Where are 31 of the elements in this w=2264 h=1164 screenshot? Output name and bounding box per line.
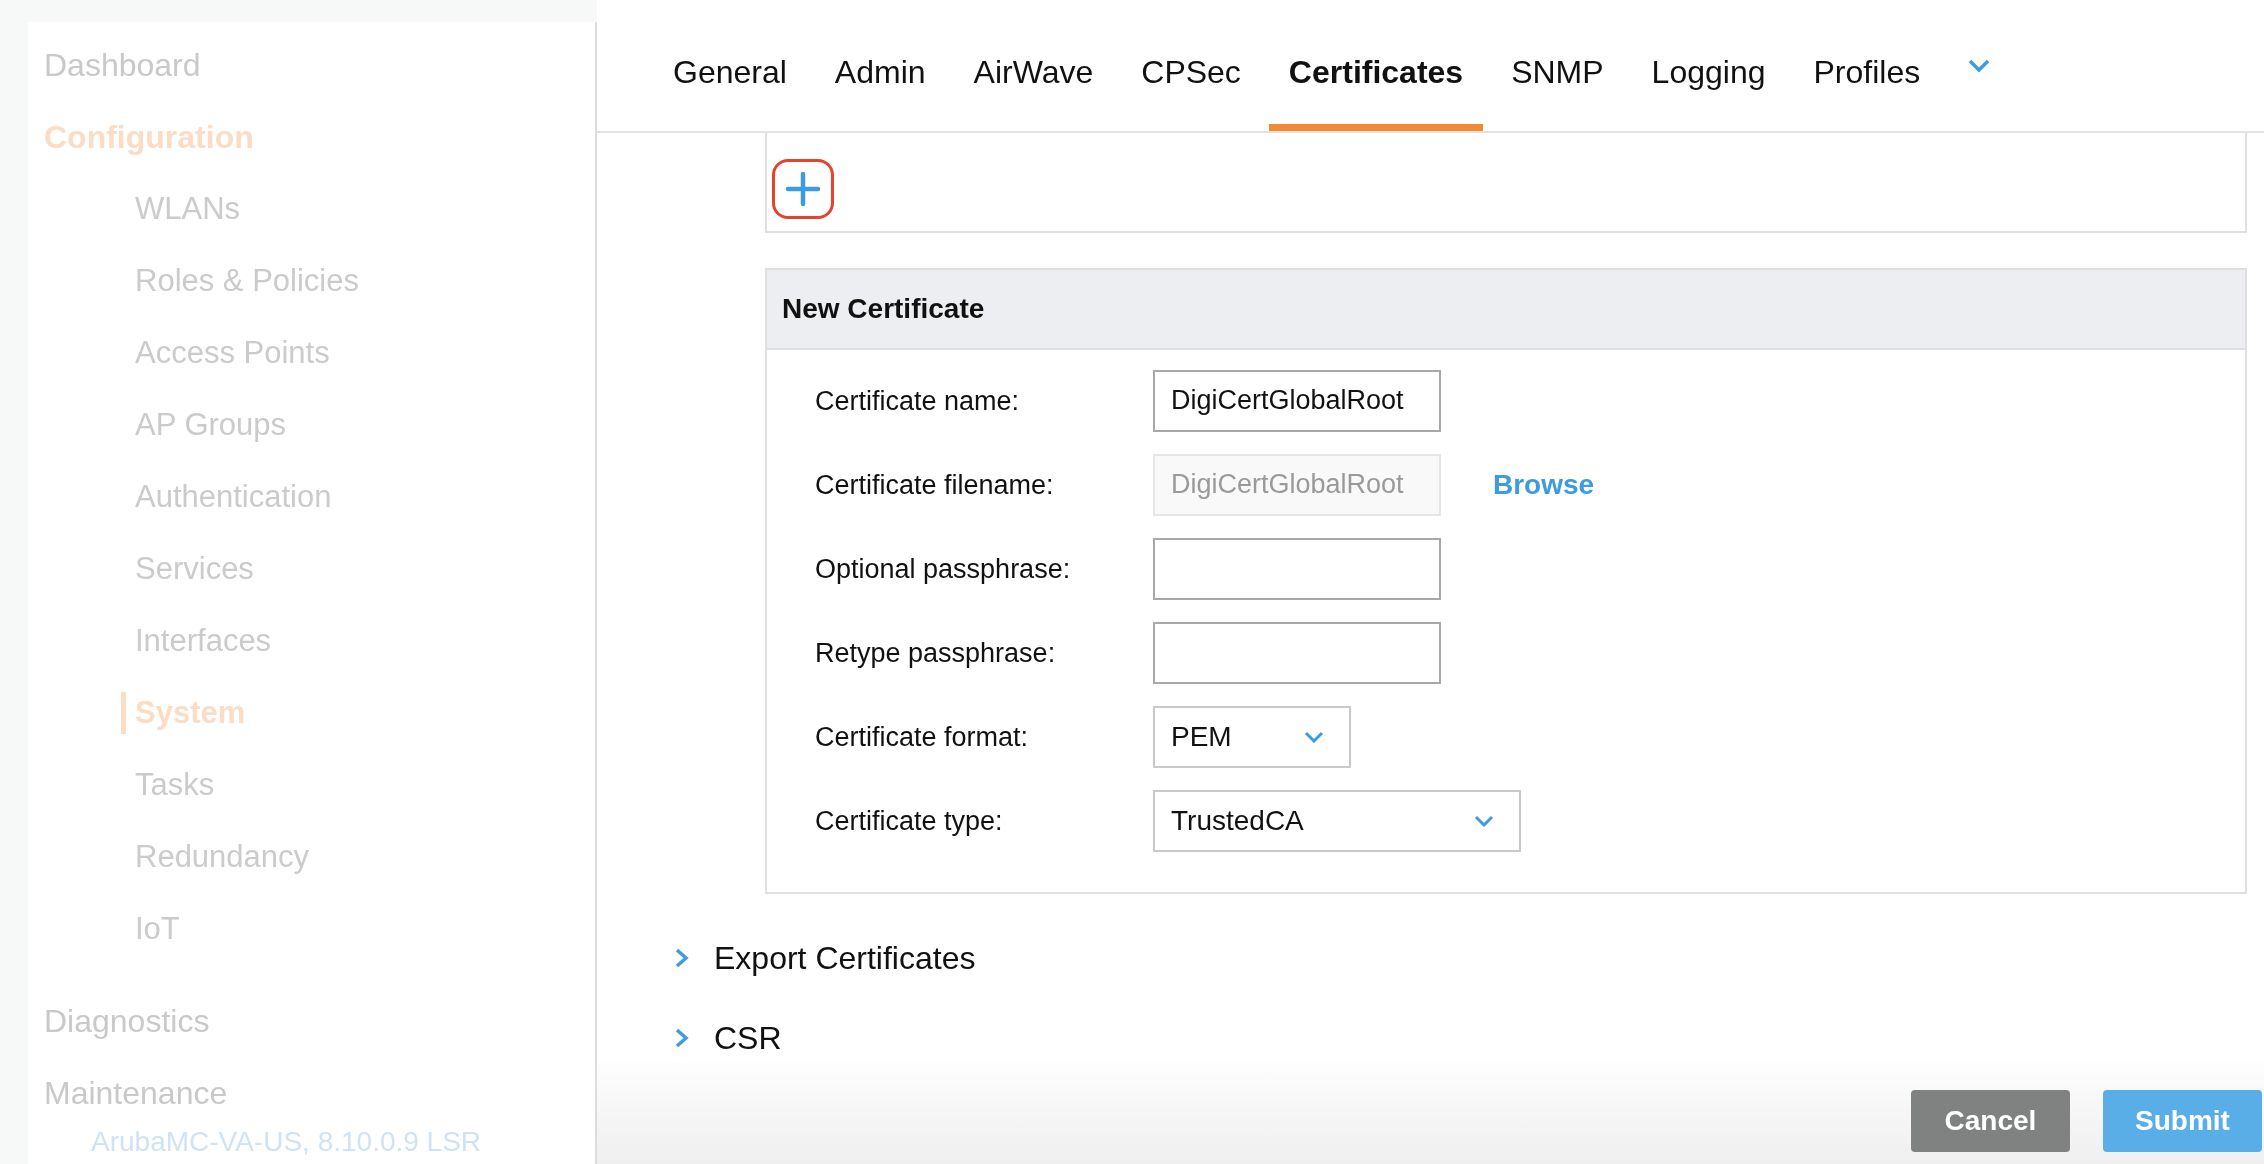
tab[interactable]: Certificates [1268, 32, 1484, 131]
tab[interactable]: Admin [814, 32, 946, 131]
submit-button[interactable]: Submit [2103, 1090, 2262, 1152]
plus-icon [785, 171, 821, 207]
chevron-right-icon [674, 1027, 690, 1049]
field-label: Certificate type: [815, 805, 1004, 837]
input-field[interactable] [1153, 538, 1441, 600]
chevron-right-icon [674, 947, 690, 969]
field-label: Certificate filename: [815, 469, 1055, 501]
field-label: Certificate format: [815, 721, 1030, 753]
input-field[interactable] [1153, 622, 1441, 684]
more-tabs-chevron-icon[interactable] [1968, 59, 1991, 73]
chevron-down-icon [1304, 731, 1324, 743]
tab[interactable]: General [653, 32, 807, 131]
tab[interactable]: SNMP [1491, 32, 1624, 131]
select-dropdown[interactable]: PEM [1153, 706, 1351, 768]
field-label: Optional passphrase: [815, 553, 1072, 585]
tab[interactable]: AirWave [953, 32, 1114, 131]
select-dropdown[interactable]: TrustedCA [1153, 790, 1521, 852]
panel-title: New Certificate [782, 293, 985, 325]
field-label: Certificate name: [815, 385, 1021, 417]
section-header[interactable]: CSR [674, 1022, 782, 1054]
section-header[interactable]: Export Certificates [674, 942, 976, 974]
tab[interactable]: Profiles [1793, 32, 1941, 131]
tab[interactable]: CPSec [1121, 32, 1261, 131]
chevron-down-icon [1474, 815, 1494, 827]
add-button[interactable] [772, 159, 834, 219]
field-label: Retype passphrase: [815, 637, 1057, 669]
tab[interactable]: Logging [1631, 32, 1786, 131]
cancel-button[interactable]: Cancel [1911, 1090, 2070, 1152]
input-field[interactable]: DigiCertGlobalRoot [1153, 370, 1441, 432]
